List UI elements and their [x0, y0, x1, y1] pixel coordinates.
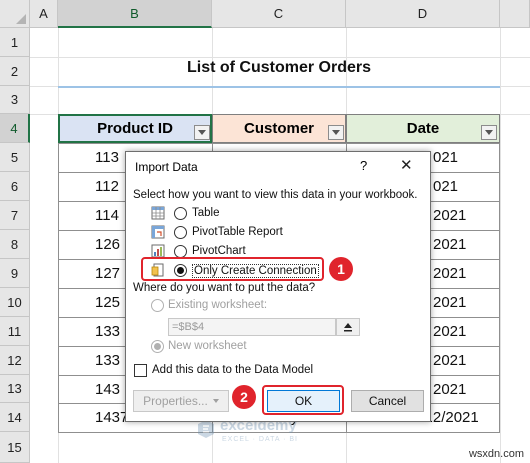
- column-header-a[interactable]: A: [30, 0, 58, 28]
- row-header-13[interactable]: 13: [0, 375, 30, 403]
- row-header-2[interactable]: 2: [0, 57, 30, 86]
- pivotchart-icon: [151, 244, 165, 258]
- radio-table[interactable]: [174, 207, 187, 220]
- new-worksheet-label: New worksheet: [168, 340, 247, 352]
- table-cell[interactable]: 021: [433, 143, 458, 172]
- import-data-dialog: Import Data ? ✕ Select how you want to v…: [125, 151, 431, 422]
- row-header-4[interactable]: 4: [0, 114, 30, 143]
- row-header-6[interactable]: 6: [0, 172, 30, 201]
- row-header-7[interactable]: 7: [0, 201, 30, 230]
- existing-worksheet-label: Existing worksheet:: [168, 299, 268, 311]
- filter-dropdown-product-id[interactable]: [194, 125, 210, 140]
- filter-dropdown-date[interactable]: [481, 125, 497, 140]
- row-header-14[interactable]: 14: [0, 403, 30, 432]
- row-header-11[interactable]: 11: [0, 317, 30, 346]
- table-cell[interactable]: 133: [95, 346, 120, 375]
- add-to-data-model-checkbox[interactable]: [134, 364, 147, 377]
- row-header-5[interactable]: 5: [0, 143, 30, 172]
- column-header-b[interactable]: B: [58, 0, 212, 28]
- highlight-ok-button: [262, 385, 344, 415]
- table-cell[interactable]: 2021: [433, 230, 466, 259]
- row-header-3[interactable]: 3: [0, 86, 30, 114]
- header-product-id[interactable]: Product ID: [58, 114, 212, 143]
- column-header-c[interactable]: C: [212, 0, 346, 28]
- view-prompt: Select how you want to view this data in…: [133, 189, 418, 201]
- help-button[interactable]: ?: [360, 158, 367, 173]
- column-header-e[interactable]: [500, 0, 530, 28]
- option-pivottable-label[interactable]: PivotTable Report: [192, 226, 283, 238]
- table-icon: [151, 206, 165, 220]
- gridline: [30, 57, 530, 58]
- destination-prompt: Where do you want to put the data?: [133, 282, 316, 294]
- table-cell[interactable]: 021: [433, 172, 458, 201]
- row-header-1[interactable]: 1: [0, 28, 30, 57]
- close-icon[interactable]: ✕: [400, 156, 413, 174]
- add-to-data-model-label[interactable]: Add this data to the Data Model: [152, 364, 313, 376]
- collapse-arrow-icon: [344, 323, 352, 332]
- table-cell[interactable]: 133: [95, 317, 120, 346]
- filter-dropdown-customer[interactable]: [328, 125, 344, 140]
- table-border: [499, 143, 500, 432]
- properties-button[interactable]: Properties...: [133, 390, 229, 412]
- table-cell[interactable]: 143: [95, 375, 120, 404]
- table-cell[interactable]: 2021: [433, 375, 466, 404]
- table-cell[interactable]: 2021: [433, 346, 466, 375]
- radio-new-worksheet[interactable]: [151, 340, 164, 353]
- table-border: [58, 143, 59, 432]
- option-table-label[interactable]: Table: [192, 207, 220, 219]
- properties-button-label: Properties...: [143, 394, 208, 408]
- table-cell[interactable]: 112: [95, 172, 119, 201]
- title-underline: [58, 86, 500, 88]
- option-pivotchart-label[interactable]: PivotChart: [192, 245, 246, 257]
- step-1-badge: 1: [329, 257, 353, 281]
- highlight-only-create-connection: [141, 257, 324, 281]
- table-cell[interactable]: 2021: [433, 201, 466, 230]
- dialog-title: Import Data: [135, 160, 198, 174]
- chevron-down-icon: [212, 399, 219, 403]
- radio-existing-worksheet[interactable]: [151, 299, 164, 312]
- table-cell[interactable]: 125: [95, 288, 120, 317]
- row-header-15[interactable]: 15: [0, 432, 30, 463]
- step-2-badge: 2: [232, 385, 256, 409]
- table-cell[interactable]: 2021: [433, 317, 466, 346]
- row-header-8[interactable]: 8: [0, 230, 30, 259]
- collapse-dialog-button[interactable]: [336, 318, 360, 336]
- cancel-button[interactable]: Cancel: [351, 390, 424, 412]
- sheet-title: List of Customer Orders: [186, 59, 372, 76]
- row-header-12[interactable]: 12: [0, 346, 30, 375]
- row-header-9[interactable]: 9: [0, 259, 30, 288]
- watermark-tagline: EXCEL · DATA · BI: [222, 436, 298, 443]
- radio-pivottable[interactable]: [174, 226, 187, 239]
- header-date[interactable]: Date: [346, 114, 500, 143]
- gridline: [500, 28, 501, 463]
- table-cell[interactable]: 2021: [433, 259, 466, 288]
- pivottable-icon: [151, 225, 165, 239]
- site-watermark: wsxdn.com: [468, 448, 524, 460]
- select-all-corner[interactable]: [0, 0, 30, 28]
- table-cell[interactable]: 2021: [433, 288, 466, 317]
- table-cell[interactable]: 126: [95, 230, 120, 259]
- header-customer[interactable]: Customer: [212, 114, 346, 143]
- exceldemy-logo-icon: [198, 420, 214, 438]
- table-cell[interactable]: 114: [95, 201, 119, 230]
- cell-reference-input[interactable]: =$B$4: [168, 318, 336, 336]
- table-cell[interactable]: 113: [95, 143, 119, 172]
- row-header-10[interactable]: 10: [0, 288, 30, 317]
- column-header-d[interactable]: D: [346, 0, 500, 28]
- table-cell[interactable]: 127: [95, 259, 120, 288]
